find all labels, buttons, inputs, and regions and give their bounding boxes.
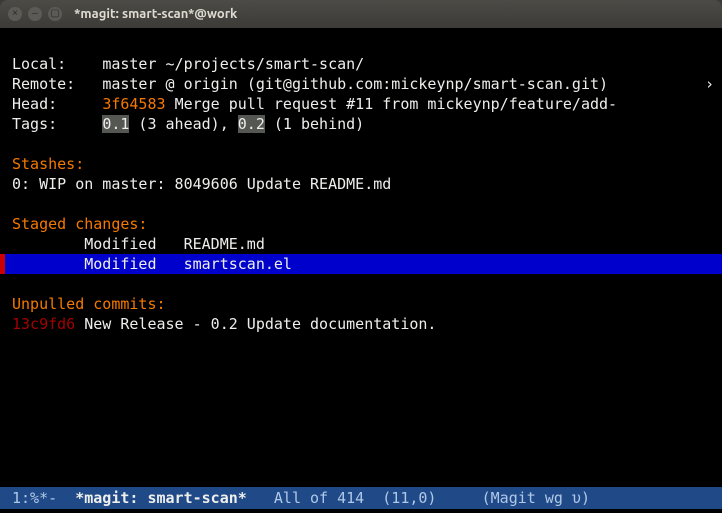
commit-sha: 13c9fd6 bbox=[12, 315, 75, 333]
tag-2-status: (1 behind) bbox=[265, 115, 364, 133]
head-msg: Merge pull request #11 from mickeynp/fea… bbox=[175, 95, 618, 113]
staged-file: README.md bbox=[184, 235, 265, 253]
staged-item[interactable]: Modified README.md bbox=[12, 235, 265, 253]
remote-branch: master bbox=[102, 75, 156, 93]
remote-label: Remote: bbox=[12, 75, 75, 93]
head-sha: 3f64583 bbox=[102, 95, 165, 113]
commit-msg: New Release - 0.2 Update documentation. bbox=[84, 315, 436, 333]
remote-line: Remote: master @ origin (git@github.com:… bbox=[12, 75, 608, 93]
stash-index: 0 bbox=[12, 175, 21, 193]
modeline-position: All of 414 (11,0) bbox=[247, 489, 482, 507]
stash-text: : WIP on master: 8049606 Update README.m… bbox=[21, 175, 391, 193]
local-label: Local: bbox=[12, 55, 66, 73]
maximize-icon[interactable]: ▢ bbox=[48, 7, 62, 21]
titlebar[interactable]: × – ▢ *magit: smart-scan*@work bbox=[0, 0, 722, 28]
staged-state: Modified bbox=[84, 235, 156, 253]
modeline-mode: (Magit wg υ) bbox=[482, 489, 590, 507]
minimize-icon[interactable]: – bbox=[28, 7, 42, 21]
local-path: ~/projects/smart-scan/ bbox=[166, 55, 365, 73]
staged-heading: Staged changes: bbox=[12, 215, 147, 233]
stashes-heading: Stashes: bbox=[12, 155, 84, 173]
local-line: Local: master ~/projects/smart-scan/ bbox=[12, 55, 364, 73]
staged-item-selected[interactable]: Modified smartscan.el bbox=[0, 254, 722, 274]
tag-2: 0.2 bbox=[238, 115, 265, 133]
tags-line: Tags: 0.1 (3 ahead), 0.2 (1 behind) bbox=[12, 115, 364, 133]
modeline-left: 1:%*- bbox=[12, 489, 75, 507]
unpulled-item[interactable]: 13c9fd6 New Release - 0.2 Update documen… bbox=[12, 315, 436, 333]
cursor-gutter-icon bbox=[0, 254, 5, 274]
staged-state: Modified bbox=[84, 255, 156, 273]
staged-file: smartscan.el bbox=[184, 255, 292, 273]
head-label: Head: bbox=[12, 95, 57, 113]
remote-url: (git@github.com:mickeynp/smart-scan.git) bbox=[247, 75, 608, 93]
close-icon[interactable]: × bbox=[8, 7, 22, 21]
window-title: *magit: smart-scan*@work bbox=[74, 7, 237, 21]
mode-line: 1:%*- *magit: smart-scan* All of 414 (11… bbox=[0, 487, 722, 509]
unpulled-heading: Unpulled commits: bbox=[12, 295, 166, 313]
emacs-window: × – ▢ *magit: smart-scan*@work Local: ma… bbox=[0, 0, 722, 513]
terminal-body[interactable]: Local: master ~/projects/smart-scan/ Rem… bbox=[0, 28, 722, 513]
stash-item[interactable]: 0: WIP on master: 8049606 Update README.… bbox=[12, 175, 391, 193]
tag-1-status: (3 ahead), bbox=[129, 115, 237, 133]
local-branch: master bbox=[102, 55, 156, 73]
tags-label: Tags: bbox=[12, 115, 57, 133]
overflow-icon: › bbox=[705, 74, 714, 94]
modeline-buffer: *magit: smart-scan* bbox=[75, 489, 247, 507]
head-line: Head: 3f64583 Merge pull request #11 fro… bbox=[12, 95, 617, 113]
tag-1: 0.1 bbox=[102, 115, 129, 133]
remote-at: @ origin bbox=[166, 75, 238, 93]
